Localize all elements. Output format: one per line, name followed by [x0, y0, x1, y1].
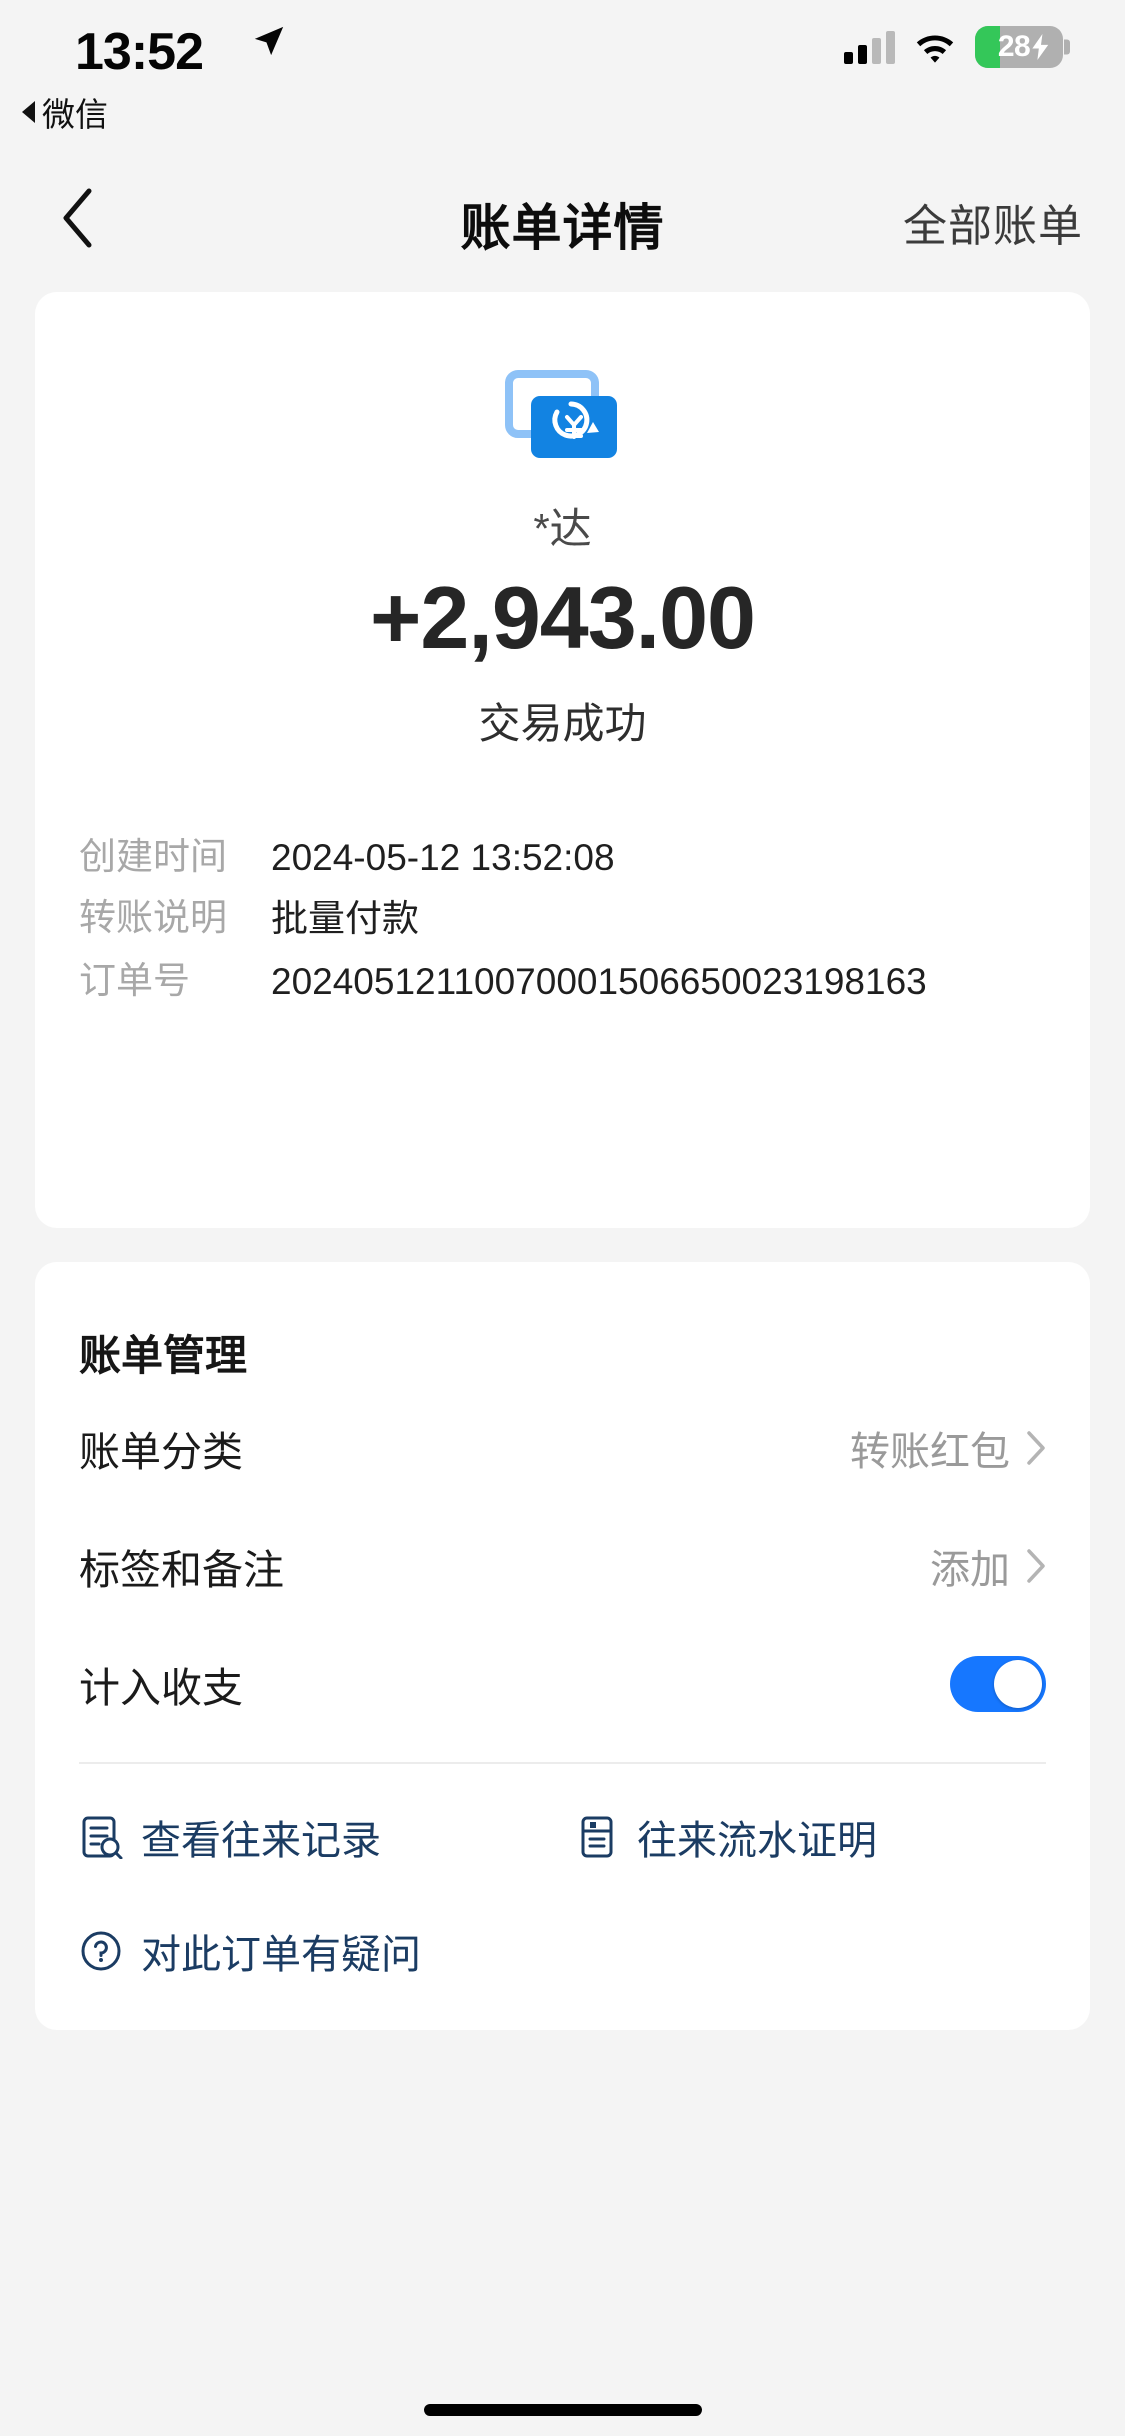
row-right: 转账红包	[850, 1419, 1046, 1477]
section-title: 账单管理	[79, 1332, 248, 1379]
detail-row-transfer-note: 转账说明 批量付款	[79, 893, 1046, 945]
cellular-signal-icon	[844, 30, 895, 64]
link-label: 查看往来记录	[141, 1819, 381, 1863]
row-value: 转账红包	[850, 1430, 1010, 1474]
row-right: 添加	[930, 1537, 1046, 1595]
link-label: 对此订单有疑问	[141, 1933, 421, 1977]
question-circle-icon	[81, 1931, 121, 1971]
detail-value: 批量付款	[271, 898, 419, 939]
row-value: 添加	[930, 1548, 1010, 1592]
transfer-cards-cny-icon	[504, 370, 617, 458]
transaction-status: 交易成功	[478, 700, 647, 747]
order-help-link[interactable]: 对此订单有疑问	[79, 1922, 421, 1980]
wifi-icon	[916, 35, 954, 63]
detail-row-create-time: 创建时间 2024-05-12 13:52:08	[79, 832, 1046, 884]
document-search-icon	[82, 1816, 123, 1859]
detail-row-order-number[interactable]: 订单号 20240512110070001506650023198163	[79, 956, 1046, 1008]
status-bar: 13:52 28	[0, 0, 1125, 100]
battery-indicator: 28	[975, 26, 1070, 68]
document-statement-icon	[581, 1816, 613, 1858]
detail-label: 转账说明	[79, 897, 227, 938]
status-bar-indicators: 28	[844, 26, 1070, 68]
section-divider	[79, 1762, 1046, 1764]
detail-value: 2024-05-12 13:52:08	[271, 837, 615, 878]
chevron-right-icon	[1027, 1549, 1045, 1583]
row-include-in-income-expense[interactable]: 计入收支	[79, 1642, 1046, 1726]
location-arrow-icon	[254, 26, 284, 56]
counterparty-name: *达	[533, 505, 592, 552]
row-tags-and-notes[interactable]: 标签和备注 添加	[79, 1524, 1046, 1608]
row-label: 标签和备注	[79, 1547, 284, 1593]
back-to-app-label: 微信	[42, 96, 108, 133]
detail-value: 20240512110070001506650023198163	[271, 961, 927, 1002]
chevron-right-icon	[1027, 1431, 1045, 1465]
back-to-wechat-button[interactable]: 微信	[22, 88, 108, 136]
charging-bolt-icon	[1032, 34, 1049, 60]
transaction-detail-card: *达 +2,943.00 交易成功 创建时间 2024-05-12 13:52:…	[35, 292, 1090, 1228]
back-triangle-icon	[22, 101, 35, 123]
detail-label: 订单号	[79, 960, 190, 1001]
bill-management-card: 账单管理 账单分类 转账红包 标签和备注 添加 计入收支 查看往来记录 往来流水…	[35, 1262, 1090, 2030]
row-label: 账单分类	[79, 1429, 243, 1475]
navigation-bar: 账单详情 全部账单	[0, 160, 1125, 280]
toggle-knob	[994, 1660, 1042, 1708]
status-bar-time: 13:52	[75, 23, 204, 81]
include-in-income-toggle[interactable]	[950, 1656, 1046, 1712]
link-label: 往来流水证明	[637, 1819, 877, 1863]
home-indicator[interactable]	[423, 2404, 702, 2416]
detail-label: 创建时间	[79, 836, 227, 877]
transaction-amount: +2,943.00	[370, 568, 756, 667]
row-label: 计入收支	[79, 1665, 243, 1711]
all-bills-button[interactable]: 全部账单	[903, 190, 1083, 254]
row-bill-category[interactable]: 账单分类 转账红包	[79, 1406, 1046, 1490]
view-transaction-records-link[interactable]: 查看往来记录	[79, 1808, 381, 1866]
bill-detail-screen: 13:52 28 微信 账单详情 全部账单 *达 +2,943.00 交易成功 …	[0, 0, 1125, 2436]
transaction-statement-link[interactable]: 往来流水证明	[575, 1808, 877, 1866]
